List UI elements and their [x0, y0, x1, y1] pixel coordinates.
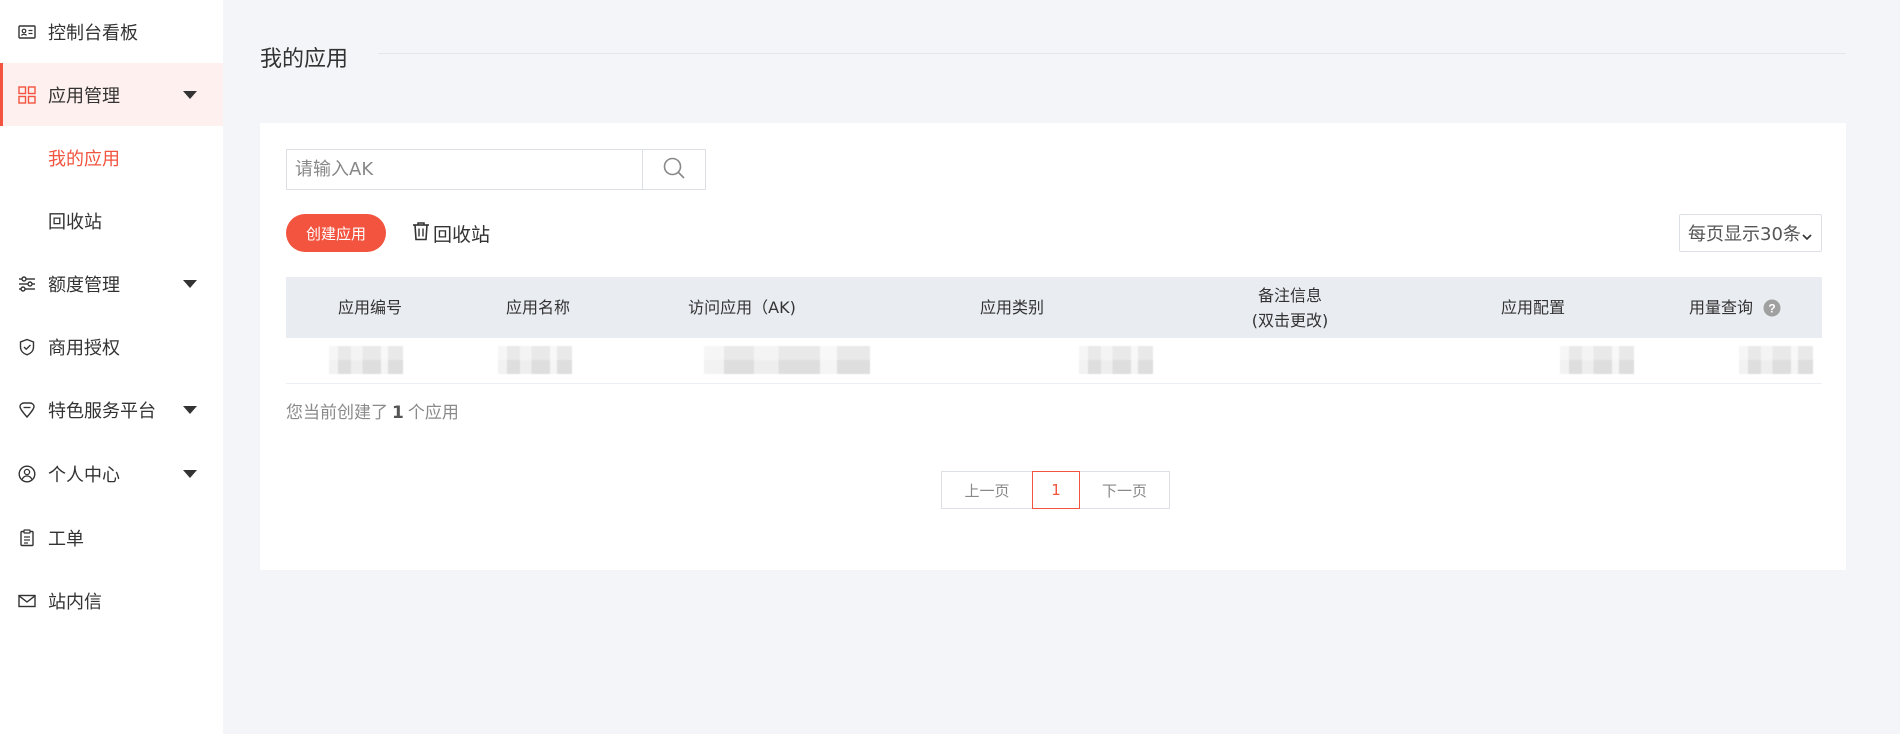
- sidebar-item-inbox[interactable]: 站内信: [0, 569, 223, 632]
- recycle-bin-label: 回收站: [433, 223, 491, 246]
- mail-icon: [17, 591, 37, 611]
- chevron-down-icon: [1801, 227, 1813, 248]
- user-circle-icon: [17, 464, 37, 484]
- pagination: 上一页 1 下一页: [941, 471, 1170, 509]
- column-header: 备注信息 (双击更改): [1251, 285, 1329, 330]
- create-app-button[interactable]: 创建应用: [286, 214, 386, 252]
- current-page-button[interactable]: 1: [1032, 471, 1080, 509]
- sidebar-item-label: 额度管理: [48, 274, 120, 296]
- next-page-button[interactable]: 下一页: [1080, 471, 1170, 509]
- sidebar-subitem-recycle-bin[interactable]: 回收站: [0, 189, 223, 252]
- diamond-icon: [17, 400, 37, 420]
- column-header: 访问应用（AK): [688, 298, 796, 317]
- sidebar-item-label: 特色服务平台: [48, 400, 156, 422]
- sidebar: 控制台看板 应用管理 我的应用 回收站 额度管理 商用授权 特色服务平台 个人中…: [0, 0, 223, 734]
- column-header: 应用名称: [505, 298, 570, 317]
- sidebar-item-label: 控制台看板: [48, 22, 138, 44]
- page-size-select[interactable]: 每页显示30条: [1679, 214, 1822, 252]
- search-box: [286, 149, 706, 190]
- trash-icon: [412, 221, 430, 246]
- search-icon: [662, 156, 686, 184]
- caret-down-icon: [183, 90, 197, 99]
- sidebar-subitem-label: 回收站: [48, 211, 102, 233]
- clipboard-icon: [17, 528, 37, 548]
- sidebar-item-featured-services[interactable]: 特色服务平台: [0, 378, 223, 441]
- sliders-icon: [17, 274, 37, 294]
- sidebar-item-personal-center[interactable]: 个人中心: [0, 442, 223, 505]
- title-divider: [378, 53, 1846, 54]
- sidebar-item-label: 工单: [48, 528, 84, 550]
- sidebar-item-commercial-license[interactable]: 商用授权: [0, 315, 223, 378]
- search-button[interactable]: [642, 150, 705, 189]
- id-card-icon: [17, 22, 37, 42]
- blurred-cell: [704, 346, 870, 374]
- caret-down-icon: [183, 469, 197, 478]
- search-input[interactable]: [287, 150, 642, 189]
- help-icon[interactable]: ?: [1763, 299, 1781, 317]
- caret-down-icon: [183, 405, 197, 414]
- grid-icon: [17, 85, 37, 105]
- summary-prefix: 您当前创建了: [286, 403, 388, 423]
- app-count-summary: 您当前创建了 1 个应用: [286, 398, 459, 423]
- summary-suffix: 个应用: [407, 403, 459, 423]
- blurred-cell: [1560, 346, 1634, 374]
- column-header: 应用编号: [337, 298, 402, 317]
- sidebar-item-quota-management[interactable]: 额度管理: [0, 252, 223, 315]
- recycle-bin-button[interactable]: 回收站: [412, 218, 490, 248]
- page-title: 我的应用: [260, 47, 349, 72]
- sidebar-subitem-label: 我的应用: [48, 148, 120, 170]
- shield-check-icon: [17, 337, 37, 357]
- column-header: 应用配置: [1500, 298, 1565, 317]
- sidebar-subitem-my-apps[interactable]: 我的应用: [0, 126, 223, 189]
- blurred-cell: [1079, 346, 1153, 374]
- sidebar-item-label: 个人中心: [48, 464, 120, 486]
- sidebar-item-label: 商用授权: [48, 337, 120, 359]
- sidebar-item-work-order[interactable]: 工单: [0, 506, 223, 569]
- blurred-cell: [1739, 346, 1813, 374]
- column-header: 应用类别: [979, 298, 1044, 317]
- sidebar-item-dashboard[interactable]: 控制台看板: [0, 0, 223, 63]
- blurred-cell: [329, 346, 403, 374]
- page-size-value: 每页显示30条: [1688, 224, 1801, 245]
- table-row[interactable]: [286, 338, 1822, 384]
- column-header-label: 用量查询: [1688, 298, 1753, 317]
- sidebar-item-label: 应用管理: [48, 85, 120, 107]
- caret-down-icon: [183, 279, 197, 288]
- sidebar-item-label: 站内信: [48, 591, 102, 613]
- column-header-usage: 用量查询 ?: [1648, 277, 1822, 338]
- blurred-cell: [498, 346, 572, 374]
- prev-page-button[interactable]: 上一页: [941, 471, 1032, 509]
- svg-text:?: ?: [1768, 301, 1775, 315]
- summary-count: 1: [392, 403, 404, 423]
- table-header: 应用编号 应用名称 访问应用（AK) 应用类别 备注信息 (双击更改) 应用配置…: [286, 277, 1822, 338]
- sidebar-item-app-management[interactable]: 应用管理: [0, 63, 223, 126]
